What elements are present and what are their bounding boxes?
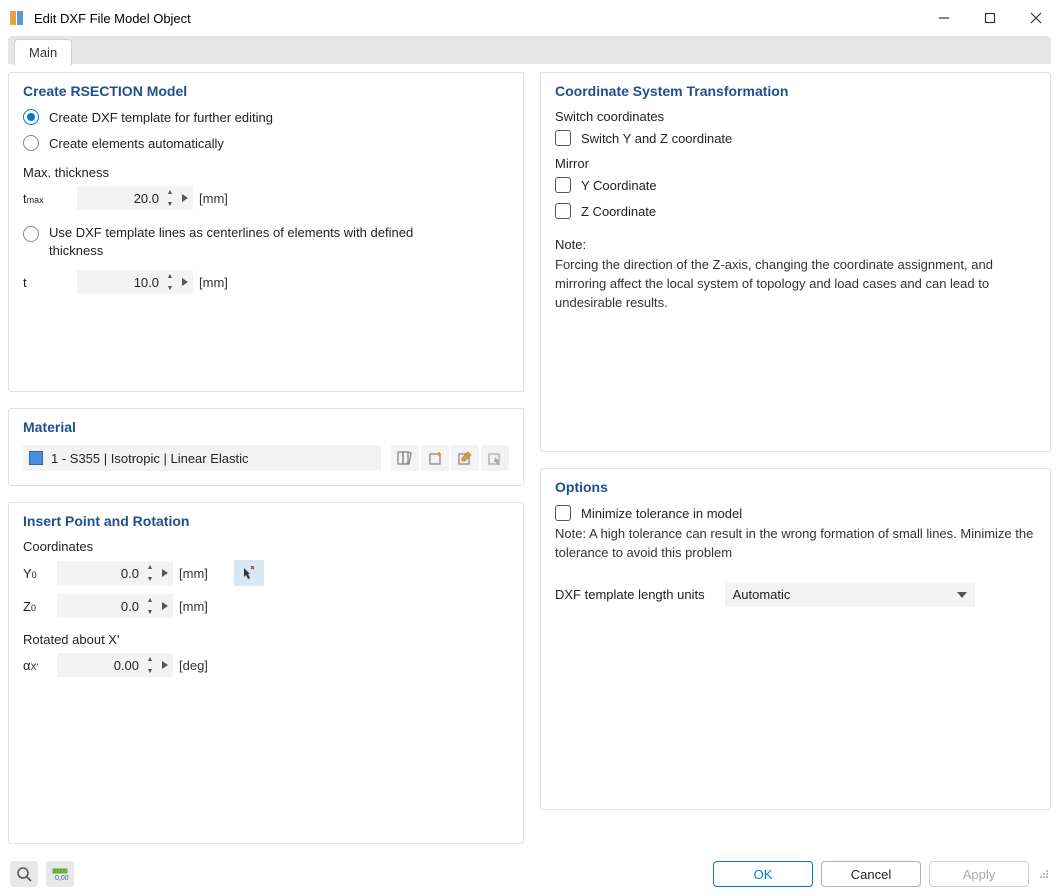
maximize-button[interactable] xyxy=(967,0,1013,36)
tmax-value: 20.0 xyxy=(77,191,163,206)
note-heading: Note: xyxy=(555,237,1036,252)
radio-icon xyxy=(23,226,39,242)
panel-coord-transform: Coordinate System Transformation Switch … xyxy=(540,72,1051,452)
z0-input[interactable]: 0.0 ▲▼ xyxy=(57,594,173,618)
ax-unit: [deg] xyxy=(179,658,208,673)
radio-centerlines[interactable]: Use DXF template lines as centerlines of… xyxy=(23,224,509,260)
z0-value: 0.0 xyxy=(57,599,143,614)
spinbox-more[interactable] xyxy=(157,602,173,610)
tabstrip: Main xyxy=(8,36,1051,64)
units-button[interactable]: 0,00 xyxy=(46,861,74,887)
note-body: Forcing the direction of the Z-axis, cha… xyxy=(555,256,1036,313)
titlebar: Edit DXF File Model Object xyxy=(0,0,1059,36)
check-mirror-z[interactable]: Z Coordinate xyxy=(555,203,1036,219)
material-edit-button[interactable] xyxy=(451,445,479,471)
radio-icon xyxy=(23,109,39,125)
tab-main[interactable]: Main xyxy=(14,39,72,65)
spinbox-arrows[interactable]: ▲▼ xyxy=(163,186,177,210)
z0-label: Z0 xyxy=(23,599,51,614)
z0-unit: [mm] xyxy=(179,599,208,614)
svg-text:0,00: 0,00 xyxy=(55,875,69,882)
panel-title-insert: Insert Point and Rotation xyxy=(23,513,509,529)
window-title: Edit DXF File Model Object xyxy=(34,11,921,26)
ok-button[interactable]: OK xyxy=(713,861,813,887)
radio-icon xyxy=(23,135,39,151)
check-label: Switch Y and Z coordinate xyxy=(581,131,732,146)
panel-material: Material 1 - S355 | Isotropic | Linear E… xyxy=(8,408,524,486)
panel-title-create: Create RSECTION Model xyxy=(23,83,509,99)
tmax-input[interactable]: 20.0 ▲▼ xyxy=(77,186,193,210)
panel-create-model: Create RSECTION Model Create DXF templat… xyxy=(8,72,524,392)
checkbox-icon xyxy=(555,177,571,193)
t-label: t xyxy=(23,275,51,290)
panel-title-options: Options xyxy=(555,479,1036,495)
minimize-button[interactable] xyxy=(921,0,967,36)
ax-input[interactable]: 0.00 ▲▼ xyxy=(57,653,173,677)
check-label: Minimize tolerance in model xyxy=(581,506,742,521)
pick-coordinates-button[interactable] xyxy=(234,560,264,586)
units-select[interactable]: Automatic xyxy=(725,583,975,607)
rotated-label: Rotated about X' xyxy=(23,632,509,647)
tmax-unit: [mm] xyxy=(199,191,228,206)
resize-grip-icon[interactable] xyxy=(1039,869,1049,879)
check-label: Z Coordinate xyxy=(581,204,656,219)
units-value: Automatic xyxy=(733,587,791,602)
app-icon xyxy=(8,9,26,27)
t-unit: [mm] xyxy=(199,275,228,290)
checkbox-icon xyxy=(555,505,571,521)
ax-label: αX' xyxy=(23,658,51,673)
material-swatch xyxy=(29,451,43,465)
panel-options: Options Minimize tolerance in model Note… xyxy=(540,468,1051,810)
spinbox-arrows[interactable]: ▲▼ xyxy=(143,594,157,618)
spinbox-more[interactable] xyxy=(177,278,193,286)
radio-create-template[interactable]: Create DXF template for further editing xyxy=(23,109,509,125)
apply-button[interactable]: Apply xyxy=(929,861,1029,887)
checkbox-icon xyxy=(555,130,571,146)
spinbox-arrows[interactable]: ▲▼ xyxy=(143,561,157,585)
y0-input[interactable]: 0.0 ▲▼ xyxy=(57,561,173,585)
help-button[interactable] xyxy=(10,861,38,887)
bottombar: 0,00 OK Cancel Apply xyxy=(0,852,1059,896)
spinbox-more[interactable] xyxy=(177,194,193,202)
radio-label: Create DXF template for further editing xyxy=(49,110,273,125)
t-value: 10.0 xyxy=(77,275,163,290)
check-mirror-y[interactable]: Y Coordinate xyxy=(555,177,1036,193)
material-pick-button[interactable] xyxy=(481,445,509,471)
tmax-label: tmax xyxy=(23,191,51,206)
panel-insert: Insert Point and Rotation Coordinates Y0… xyxy=(8,502,524,844)
y0-value: 0.0 xyxy=(57,566,143,581)
checkbox-icon xyxy=(555,203,571,219)
material-new-button[interactable] xyxy=(421,445,449,471)
mirror-label: Mirror xyxy=(555,156,1036,171)
max-thickness-label: Max. thickness xyxy=(23,165,509,180)
spinbox-arrows[interactable]: ▲▼ xyxy=(143,653,157,677)
radio-label: Use DXF template lines as centerlines of… xyxy=(49,224,469,260)
ax-value: 0.00 xyxy=(57,658,143,673)
spinbox-more[interactable] xyxy=(157,661,173,669)
spinbox-arrows[interactable]: ▲▼ xyxy=(163,270,177,294)
y0-unit: [mm] xyxy=(179,566,208,581)
check-switch-yz[interactable]: Switch Y and Z coordinate xyxy=(555,130,1036,146)
chevron-down-icon xyxy=(957,592,967,598)
t-input[interactable]: 10.0 ▲▼ xyxy=(77,270,193,294)
material-value: 1 - S355 | Isotropic | Linear Elastic xyxy=(51,451,381,466)
panel-title-coord: Coordinate System Transformation xyxy=(555,83,1036,99)
spinbox-more[interactable] xyxy=(157,569,173,577)
radio-label: Create elements automatically xyxy=(49,136,224,151)
panel-title-material: Material xyxy=(23,419,509,435)
close-button[interactable] xyxy=(1013,0,1059,36)
y0-label: Y0 xyxy=(23,566,51,581)
material-library-button[interactable] xyxy=(391,445,419,471)
coordinates-label: Coordinates xyxy=(23,539,509,554)
check-label: Y Coordinate xyxy=(581,178,657,193)
units-label: DXF template length units xyxy=(555,587,705,602)
switch-coords-label: Switch coordinates xyxy=(555,109,1036,124)
material-select[interactable]: 1 - S355 | Isotropic | Linear Elastic xyxy=(23,445,381,471)
radio-create-auto[interactable]: Create elements automatically xyxy=(23,135,509,151)
cancel-button[interactable]: Cancel xyxy=(821,861,921,887)
options-note: Note: A high tolerance can result in the… xyxy=(555,525,1036,563)
check-minimize-tolerance[interactable]: Minimize tolerance in model xyxy=(555,505,1036,521)
